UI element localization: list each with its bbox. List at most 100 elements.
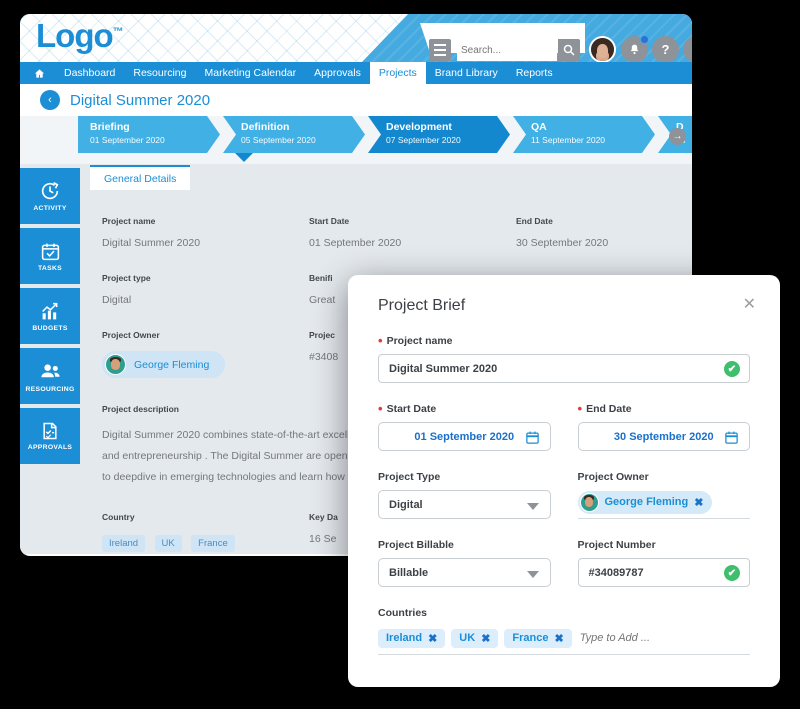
start-date-input[interactable]: 01 September 2020 [378,422,551,451]
sidebar-item-activity[interactable]: ACTIVITY [20,168,80,224]
valid-check-icon: ✔ [724,565,740,581]
stage-date: 05 September 2020 [241,135,316,145]
country-chip: UK [154,535,182,552]
stage-development[interactable]: Development 07 September 2020 [368,116,510,153]
modal-field-project-owner: Project Owner George Fleming ✖ [577,471,750,519]
remove-owner-icon[interactable]: ✖ [694,496,703,509]
field-project-type: Project type Digital [102,273,309,306]
help-button[interactable]: ? [652,36,679,62]
owner-chip[interactable]: George Fleming ✖ [577,490,713,514]
project-number-input[interactable]: #34089787 ✔ [577,558,750,587]
field-value: Digital Summer 2020 [102,237,201,249]
nav-item-home[interactable] [28,62,55,84]
end-date-input[interactable]: 30 September 2020 [577,422,750,451]
stage-name: Definition [241,121,290,133]
nav-item-brand-library[interactable]: Brand Library [426,62,507,84]
country-name: France [512,632,549,644]
nav-label: Resourcing [133,67,187,79]
field-value: 01 September 2020 [309,237,402,249]
bell-icon [630,44,639,55]
country-chip: Ireland [102,535,146,552]
nav-item-projects[interactable]: Projects [369,62,426,84]
label-text: Project name [386,335,453,347]
country-chip[interactable]: France ✖ [504,628,572,648]
remove-country-icon[interactable]: ✖ [554,632,563,645]
form-row-1: Project name Digital Summer 2020 Start D… [102,216,692,249]
calendar-icon[interactable] [525,430,540,445]
nav-item-dashboard[interactable]: Dashboard [55,62,124,84]
country-chips: Ireland UK France [102,533,309,552]
field-label: Project Owner [577,471,649,483]
modal-row-dates: • Start Date 01 September 2020 • End Date [378,402,751,451]
sidebar-item-approvals[interactable]: APPROVALS [20,408,80,464]
page-title-row: ‹ Digital Summer 2020 [20,84,692,116]
remove-country-icon[interactable]: ✖ [428,632,437,645]
field-label: • Start Date [378,402,551,415]
project-stages: Briefing 01 September 2020 Definition 05… [20,116,692,164]
country-chip[interactable]: UK ✖ [451,628,499,648]
tab-general-details[interactable]: General Details [90,165,191,190]
calendar-icon[interactable] [724,430,739,445]
stage-name: Briefing [90,121,130,133]
modal-row-project-name: • Project name Digital Summer 2020 ✔ [378,333,750,383]
sidebar-item-tasks[interactable]: TASKS [20,228,80,284]
home-icon [34,68,45,78]
notification-badge [640,35,649,44]
calendar-check-icon [41,243,59,260]
required-indicator: • [378,333,383,349]
field-start-date: Start Date 01 September 2020 [309,216,516,249]
bar-chart-icon [41,302,57,319]
field-label: Project Type [378,471,441,483]
chevron-down-icon [526,503,539,510]
countries-field[interactable]: Ireland ✖ UK ✖ France ✖ [378,626,750,655]
back-button[interactable]: ‹ [40,90,60,110]
stage-qa[interactable]: QA 11 September 2020 [513,116,655,153]
field-label: Project Owner [102,330,160,340]
stage-briefing[interactable]: Briefing 01 September 2020 [78,116,220,153]
sidebar-item-budgets[interactable]: BUDGETS [20,288,80,344]
countries-input[interactable] [577,631,750,645]
user-avatar[interactable] [589,36,616,62]
modal-field-end-date: • End Date 30 September 2020 [577,402,751,451]
modal-field-project-type: Project Type Digital [378,471,551,519]
modal-field-countries: Countries Ireland ✖ UK ✖ France ✖ [378,607,750,655]
sidebar-item-resourcing[interactable]: RESOURCING [20,348,80,404]
country-chip[interactable]: Ireland ✖ [378,628,446,648]
tabs: General Details [80,164,692,190]
field-label: Project Billable [378,539,454,551]
field-label: • End Date [578,402,751,415]
arrow-right-icon: → [672,131,683,142]
nav-label: Marketing Calendar [204,67,297,79]
nav-item-resourcing[interactable]: Resourcing [124,62,195,84]
input-value: #34089787 [588,566,644,579]
search-button[interactable] [558,39,580,61]
remove-country-icon[interactable]: ✖ [481,632,490,645]
hamburger-icon[interactable] [429,39,451,61]
app-logo[interactable]: Logo™ [36,17,124,55]
stages-scroll-right-button[interactable]: → [669,128,686,145]
field-label: End Date [516,216,553,226]
stage-name: QA [531,121,547,133]
sidebar-item-label: APPROVALS [27,444,73,451]
notifications-button[interactable] [621,35,649,62]
nav-item-reports[interactable]: Reports [507,62,562,84]
nav-item-approvals[interactable]: Approvals [305,62,370,84]
search-input[interactable] [457,39,557,61]
field-end-date: End Date 30 September 2020 [516,216,692,249]
project-name-input[interactable]: Digital Summer 2020 ✔ [378,354,750,383]
nav-label: Projects [378,67,417,79]
project-billable-select[interactable]: Billable [378,558,551,587]
field-project-name: Project name Digital Summer 2020 [102,216,309,249]
nav-item-marketing-calendar[interactable]: Marketing Calendar [196,62,306,84]
field-value: Digital [102,294,132,306]
modal-row-type-owner: Project Type Digital Project Owner Georg… [378,471,750,519]
clock-icon [41,182,59,200]
project-type-select[interactable]: Digital [378,490,551,519]
close-icon[interactable]: ✕ [743,297,756,313]
stage-definition[interactable]: Definition 05 September 2020 [223,116,365,153]
country-name: UK [459,632,476,644]
input-value: 01 September 2020 [414,430,515,443]
project-owner-chip[interactable]: George Fleming [102,351,226,378]
project-owner-field[interactable]: George Fleming ✖ [577,490,750,519]
app-header: Logo™ ? [20,14,692,62]
